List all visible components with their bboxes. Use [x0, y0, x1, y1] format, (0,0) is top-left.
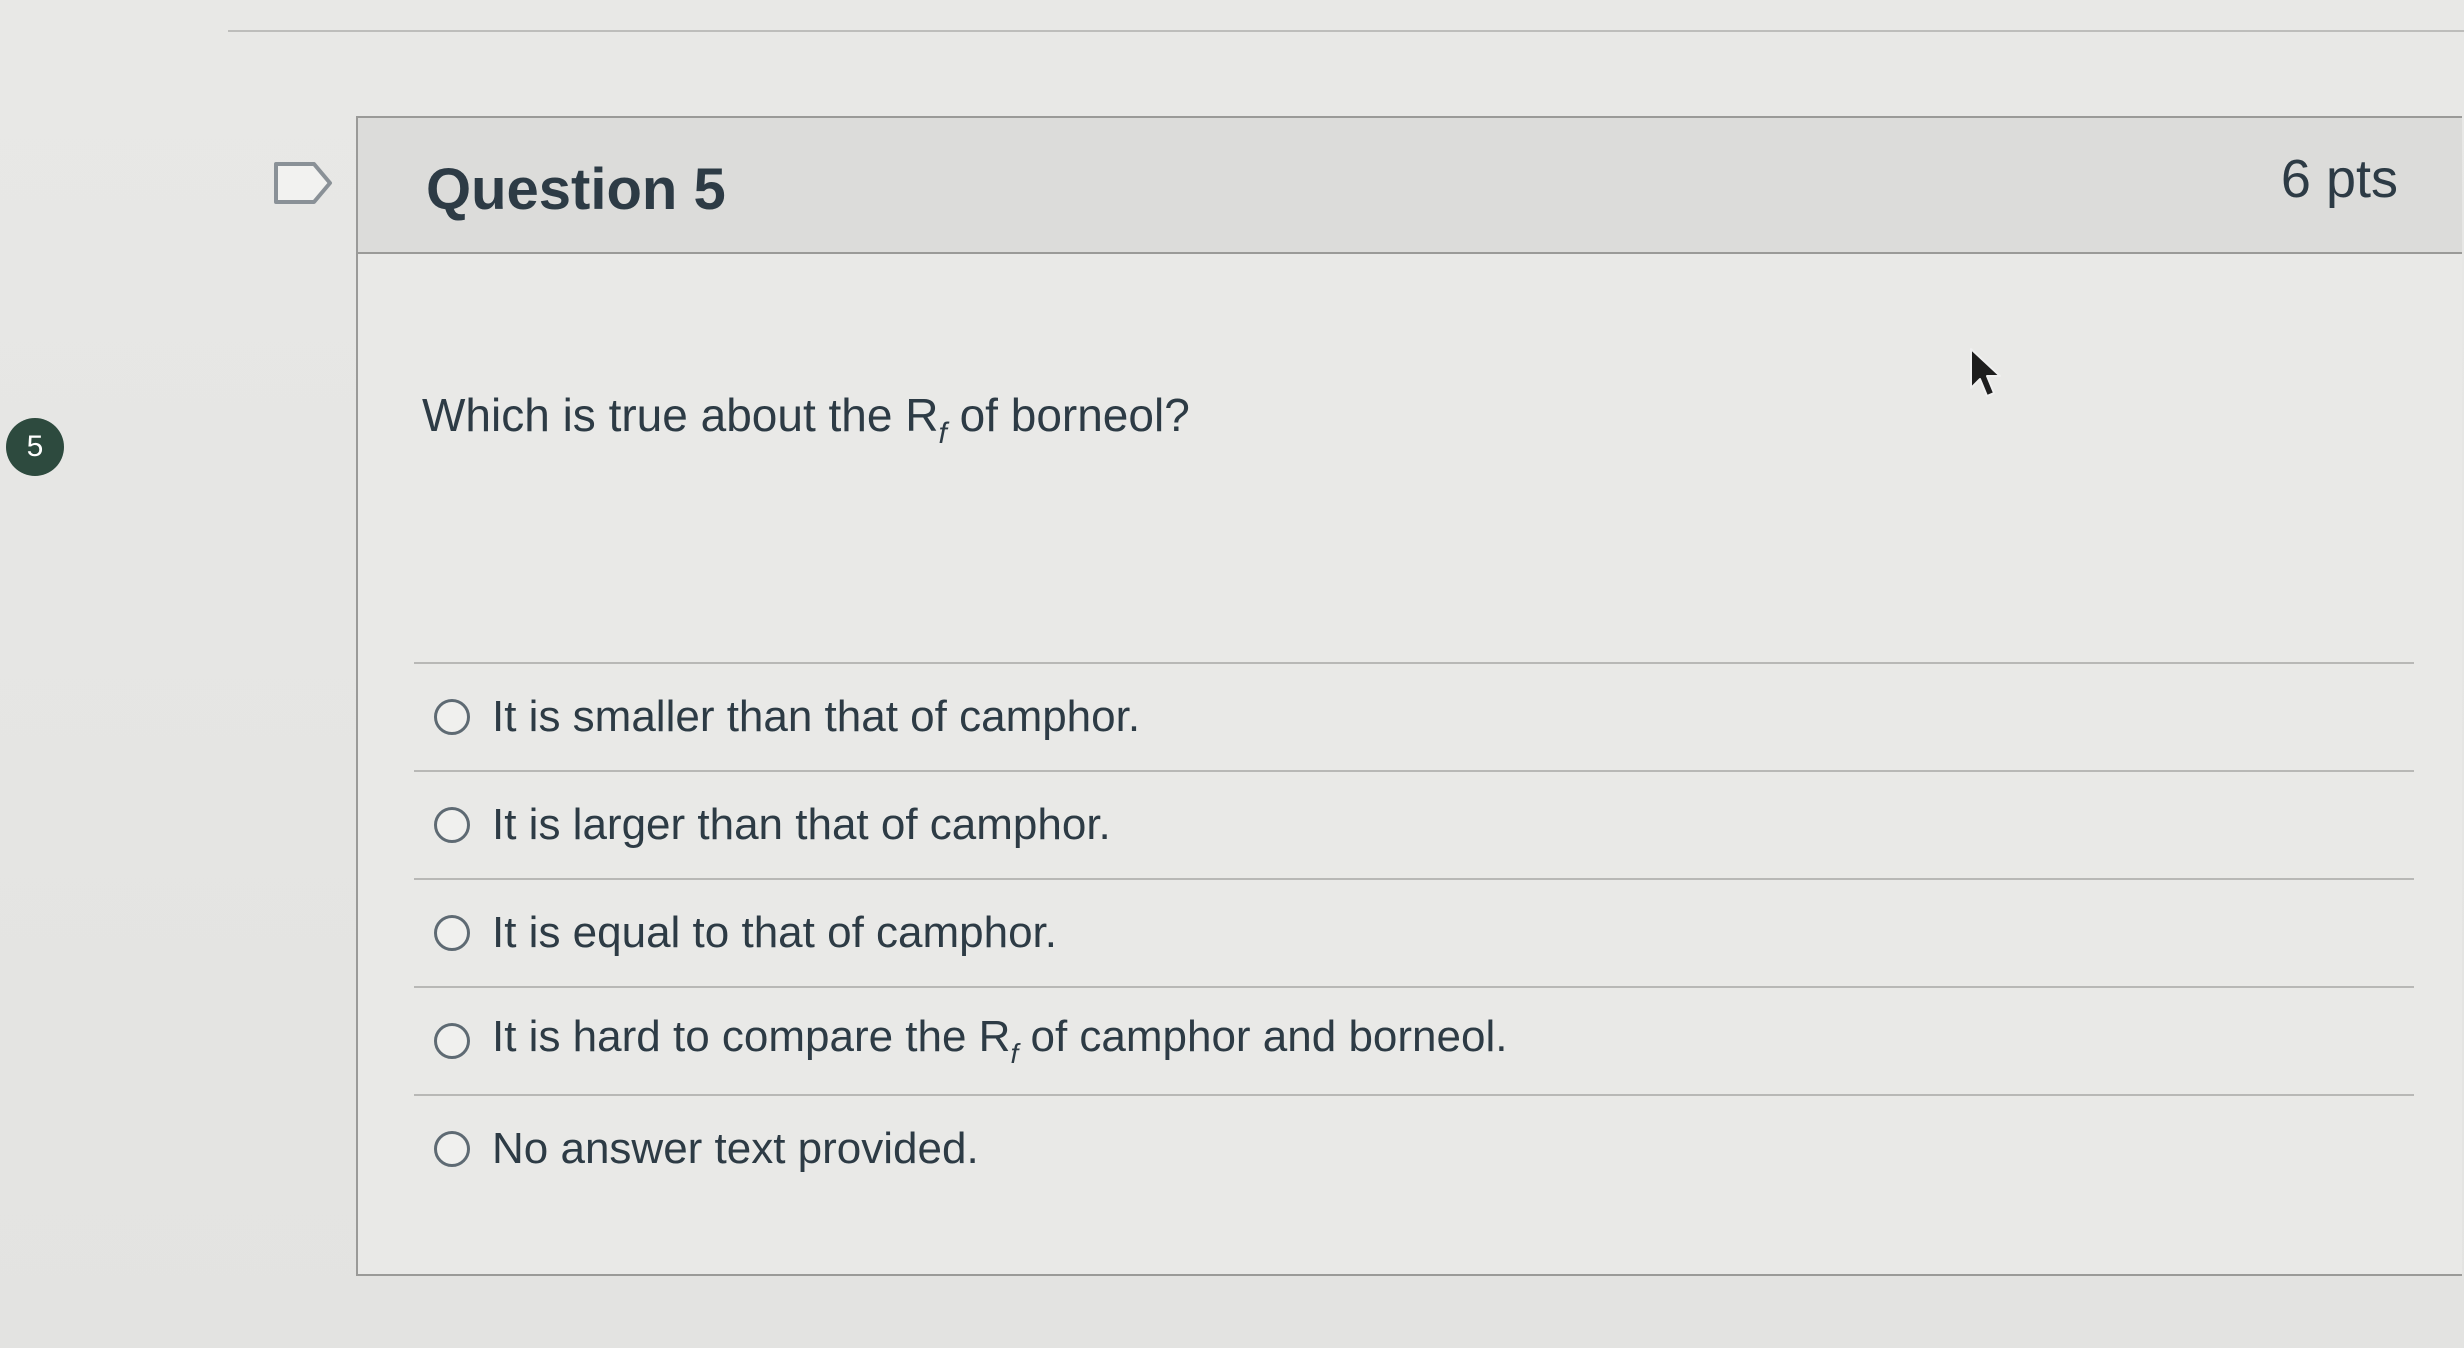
- question-points: 6 pts: [2280, 149, 2398, 209]
- question-prompt-suffix: of borneol?: [946, 389, 1190, 441]
- question-header: Question 5 6 pts: [358, 118, 2462, 254]
- answer-label: It is hard to compare the Rf of camphor …: [492, 1012, 1507, 1070]
- answer-list: It is smaller than that of camphor. It i…: [414, 662, 2414, 1202]
- radio-circle-icon[interactable]: [434, 1131, 470, 1167]
- radio-circle-icon[interactable]: [434, 1023, 470, 1059]
- answer-option[interactable]: No answer text provided.: [414, 1096, 2414, 1202]
- question-title: Question 5: [426, 157, 726, 222]
- answer-option[interactable]: It is equal to that of camphor.: [414, 880, 2414, 988]
- answer-label: It is larger than that of camphor.: [492, 800, 1111, 849]
- answer-label: It is smaller than that of camphor.: [492, 692, 1141, 741]
- answer-label: No answer text provided.: [492, 1124, 979, 1173]
- answer-option[interactable]: It is smaller than that of camphor.: [414, 664, 2414, 772]
- answer-label-prefix: It is hard to compare the R: [492, 1012, 1011, 1061]
- answer-option[interactable]: It is larger than that of camphor.: [414, 772, 2414, 880]
- answer-option[interactable]: It is hard to compare the Rf of camphor …: [414, 988, 2414, 1096]
- question-nav-badge[interactable]: 5: [6, 418, 64, 476]
- question-prompt: Which is true about the Rf of borneol?: [422, 388, 1190, 451]
- quiz-page: 5 Question 5 6 pts Which is true about t…: [0, 0, 2464, 1348]
- radio-circle-icon[interactable]: [434, 699, 470, 735]
- question-prompt-prefix: Which is true about the R: [422, 389, 939, 441]
- question-prompt-subscript: f: [938, 417, 947, 450]
- bookmark-flag-icon[interactable]: [272, 160, 334, 206]
- radio-circle-icon[interactable]: [434, 915, 470, 951]
- top-divider: [228, 30, 2464, 32]
- answer-label-suffix: of camphor and borneol.: [1018, 1012, 1508, 1061]
- radio-circle-icon[interactable]: [434, 807, 470, 843]
- answer-label: It is equal to that of camphor.: [492, 908, 1057, 957]
- mouse-pointer-icon: [1970, 348, 2001, 397]
